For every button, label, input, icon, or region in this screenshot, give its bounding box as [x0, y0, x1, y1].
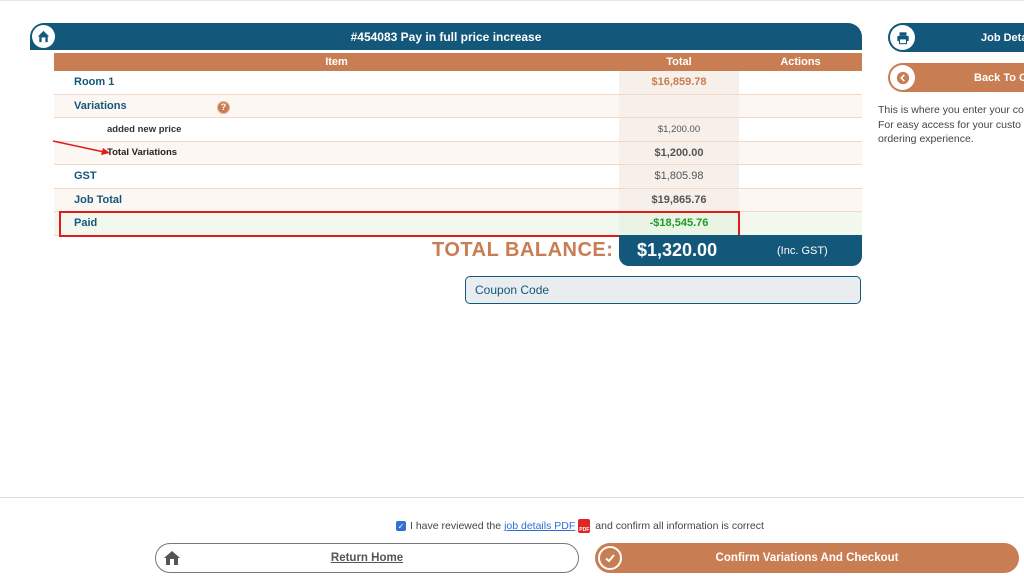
column-header-actions: Actions [780, 56, 821, 68]
home-icon [162, 548, 182, 568]
row-total-value [619, 94, 739, 117]
column-header-item: Item [325, 56, 348, 68]
back-label: Back To C [974, 71, 1024, 84]
table-header: Item Total Actions [54, 53, 862, 71]
row-item-label: Variations [74, 99, 127, 112]
job-details-pdf-link[interactable]: job details PDF [504, 520, 575, 532]
job-details-label: Job Deta [981, 31, 1024, 44]
row-total-value: $16,859.78 [619, 71, 739, 94]
house-icon [32, 25, 55, 48]
footer-divider [0, 497, 1024, 498]
total-balance-box: $1,320.00 (Inc. GST) [619, 235, 862, 266]
table-row-gst: GST $1,805.98 [54, 165, 862, 189]
table-row-variation-item: added new price $1,200.00 [54, 118, 862, 142]
column-header-total: Total [666, 56, 692, 68]
review-confirmation: ✓ I have reviewed the job details PDF PD… [396, 519, 764, 533]
sidebar-info-text: This is where you enter your co For easy… [878, 103, 1024, 147]
row-item-label: Job Total [74, 193, 123, 206]
confirm-prefix-text: I have reviewed the [410, 520, 502, 532]
row-total-value: $1,200.00 [619, 141, 739, 164]
sidebar-info-line: For easy access for your custo [878, 118, 1021, 131]
job-title-bar: #454083 Pay in full price increase [30, 23, 862, 50]
table-row-variations: Variations ? [54, 94, 862, 118]
row-total-value: $1,805.98 [619, 165, 739, 188]
job-title: #454083 Pay in full price increase [350, 29, 542, 44]
return-home-button[interactable]: Return Home [155, 543, 579, 573]
confirm-checkout-button[interactable]: Confirm Variations And Checkout [595, 543, 1019, 573]
table-row-room: Room 1 $16,859.78 [54, 71, 862, 95]
return-home-label: Return Home [330, 552, 404, 564]
annotation-arrow-icon [52, 140, 110, 155]
sidebar-info-line: This is where you enter your co [878, 104, 1024, 116]
table-row-total-variations: Total Variations $1,200.00 [54, 141, 862, 165]
top-border [0, 0, 1024, 3]
check-circle-icon [598, 546, 622, 570]
job-details-button[interactable]: Job Deta [888, 23, 1024, 52]
printer-icon [890, 25, 915, 50]
row-item-label: GST [74, 170, 97, 183]
total-balance-label: TOTAL BALANCE: [432, 239, 614, 261]
row-item-label: Room 1 [74, 76, 115, 89]
table-row-job-total: Job Total $19,865.76 [54, 188, 862, 212]
help-icon[interactable]: ? [217, 100, 230, 114]
confirm-checkout-label: Confirm Variations And Checkout [715, 552, 899, 564]
total-balance-amount: $1,320.00 [637, 240, 718, 260]
row-item-label: Total Variations [107, 147, 178, 159]
coupon-code-input[interactable] [465, 276, 861, 304]
sidebar-info-line: ordering experience. [878, 133, 974, 145]
review-checkbox[interactable]: ✓ [396, 521, 406, 531]
row-item-label: added new price [107, 123, 182, 135]
back-button[interactable]: Back To C [888, 63, 1024, 92]
confirm-suffix-text: and confirm all information is correct [595, 520, 764, 532]
chevron-left-icon [890, 65, 915, 90]
pdf-icon: PDF [578, 519, 591, 533]
paid-highlight-box [59, 211, 740, 237]
row-total-value: $1,200.00 [619, 118, 739, 141]
price-table: Item Total Actions Room 1 $16,859.78 Var… [54, 53, 862, 236]
tax-note: (Inc. GST) [777, 244, 828, 257]
row-total-value: $19,865.76 [619, 188, 739, 211]
